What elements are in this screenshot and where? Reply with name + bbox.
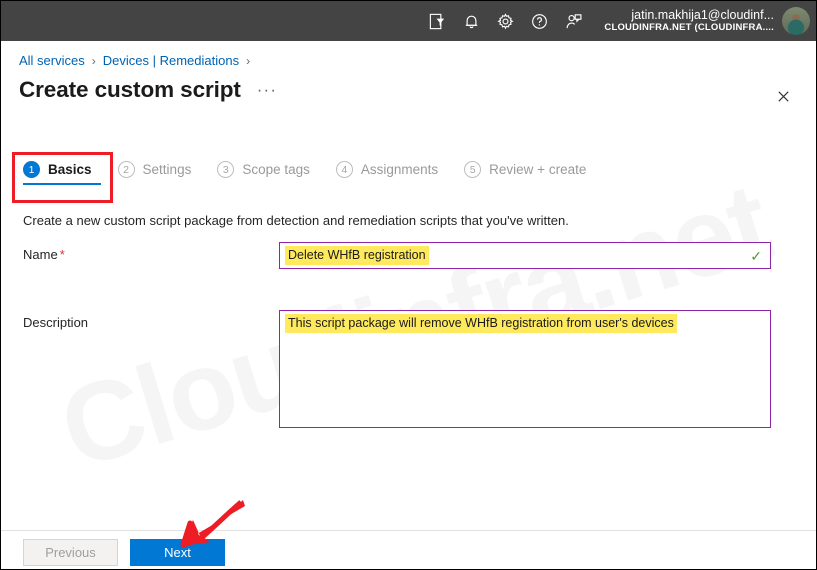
tab-review-create[interactable]: 5 Review + create (464, 161, 586, 185)
description-field-wrap: This script package will remove WHfB reg… (279, 310, 771, 428)
tab-assignments-number: 4 (335, 161, 353, 178)
name-input[interactable]: Delete WHfB registration ✓ (279, 242, 771, 269)
tab-settings-label: Settings (142, 162, 192, 177)
breadcrumb-item-devices-remediations[interactable]: Devices | Remediations (103, 53, 239, 68)
user-account-text: jatin.makhija1@cloudinf... CLOUDINFRA.NE… (604, 8, 774, 33)
tab-assignments[interactable]: 4 Assignments (335, 161, 439, 185)
user-email: jatin.makhija1@cloudinf... (631, 8, 774, 23)
tab-settings[interactable]: 2 Settings (117, 161, 192, 185)
tab-review-create-label: Review + create (489, 162, 587, 177)
tab-basics[interactable]: 1 Basics (23, 161, 101, 185)
footer-actions: Previous Next (23, 539, 225, 566)
tab-basics-label: Basics (48, 162, 92, 177)
notifications-bell-icon[interactable] (454, 4, 488, 38)
wizard-tabs: 1 Basics 2 Settings 3 Scope tags 4 Assig… (23, 161, 612, 185)
breadcrumb-item-all-services[interactable]: All services (19, 53, 85, 68)
more-options-ellipsis-icon[interactable]: ··· (257, 82, 277, 100)
avatar[interactable] (782, 7, 810, 35)
azure-portal-window: Cloudinfra.net (0, 0, 817, 570)
breadcrumb: All services › Devices | Remediations › (19, 53, 257, 68)
tab-scope-tags[interactable]: 3 Scope tags (217, 161, 310, 185)
description-textarea[interactable]: This script package will remove WHfB reg… (279, 310, 771, 428)
intro-text: Create a new custom script package from … (23, 213, 569, 228)
name-input-value: Delete WHfB registration (285, 245, 429, 266)
previous-button[interactable]: Previous (23, 539, 118, 566)
settings-gear-icon[interactable] (488, 4, 522, 38)
tab-scope-tags-label: Scope tags (242, 162, 310, 177)
description-label: Description (23, 315, 89, 330)
breadcrumb-separator-icon-2: › (246, 53, 251, 68)
tab-assignments-label: Assignments (360, 162, 439, 177)
tab-review-create-number: 5 (464, 161, 482, 178)
tab-active-underline (23, 183, 101, 185)
close-icon[interactable] (770, 83, 796, 109)
cloud-shell-icon[interactable] (420, 4, 454, 38)
user-tenant: CLOUDINFRA.NET (CLOUDINFRA.... (604, 21, 774, 33)
title-row: Create custom script ··· (19, 77, 277, 103)
name-field-wrap: Delete WHfB registration ✓ (279, 242, 771, 269)
footer-separator (1, 530, 816, 531)
page-title: Create custom script (19, 77, 241, 102)
tab-basics-number: 1 (23, 161, 40, 178)
user-account-menu[interactable]: jatin.makhija1@cloudinf... CLOUDINFRA.NE… (604, 7, 810, 35)
form-row-description: Description This script package will rem… (23, 310, 771, 428)
feedback-icon[interactable] (556, 4, 590, 38)
help-question-icon[interactable] (522, 4, 556, 38)
next-button[interactable]: Next (130, 539, 225, 566)
name-valid-check-icon: ✓ (750, 247, 762, 264)
top-navigation-bar: jatin.makhija1@cloudinf... CLOUDINFRA.NE… (1, 1, 816, 41)
breadcrumb-separator-icon: › (91, 53, 96, 68)
tab-scope-tags-number: 3 (217, 161, 235, 178)
name-label: Name * (23, 247, 65, 262)
tab-settings-number: 2 (117, 161, 135, 178)
required-marker: * (59, 247, 65, 262)
description-value: This script package will remove WHfB reg… (285, 314, 677, 333)
form-row-name: Name * Delete WHfB registration ✓ (23, 242, 771, 269)
